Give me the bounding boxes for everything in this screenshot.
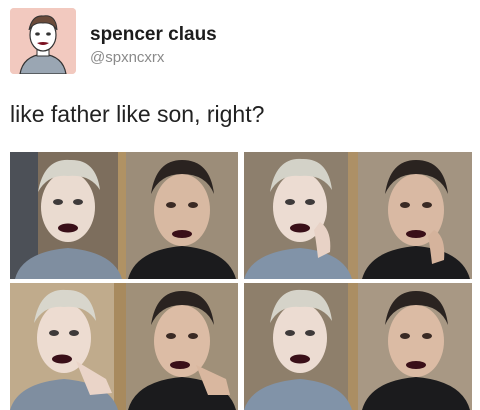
- photo-3[interactable]: [10, 283, 238, 410]
- user-handle[interactable]: @spxncxrx: [90, 49, 164, 66]
- photo-1-image: [10, 152, 238, 279]
- tweet-header: spencer claus @spxncxrx: [10, 8, 470, 80]
- photo-2-image: [244, 152, 472, 279]
- photo-4-image: [244, 283, 472, 410]
- photo-3-image: [10, 283, 238, 410]
- photo-4[interactable]: [244, 283, 472, 410]
- photo-1[interactable]: [10, 152, 238, 279]
- photo-grid: [10, 152, 472, 410]
- photo-2[interactable]: [244, 152, 472, 279]
- tweet-text: like father like son, right?: [10, 101, 265, 127]
- avatar[interactable]: [10, 8, 76, 74]
- display-name[interactable]: spencer claus: [90, 24, 217, 46]
- cartoon-avatar-icon: [10, 8, 76, 74]
